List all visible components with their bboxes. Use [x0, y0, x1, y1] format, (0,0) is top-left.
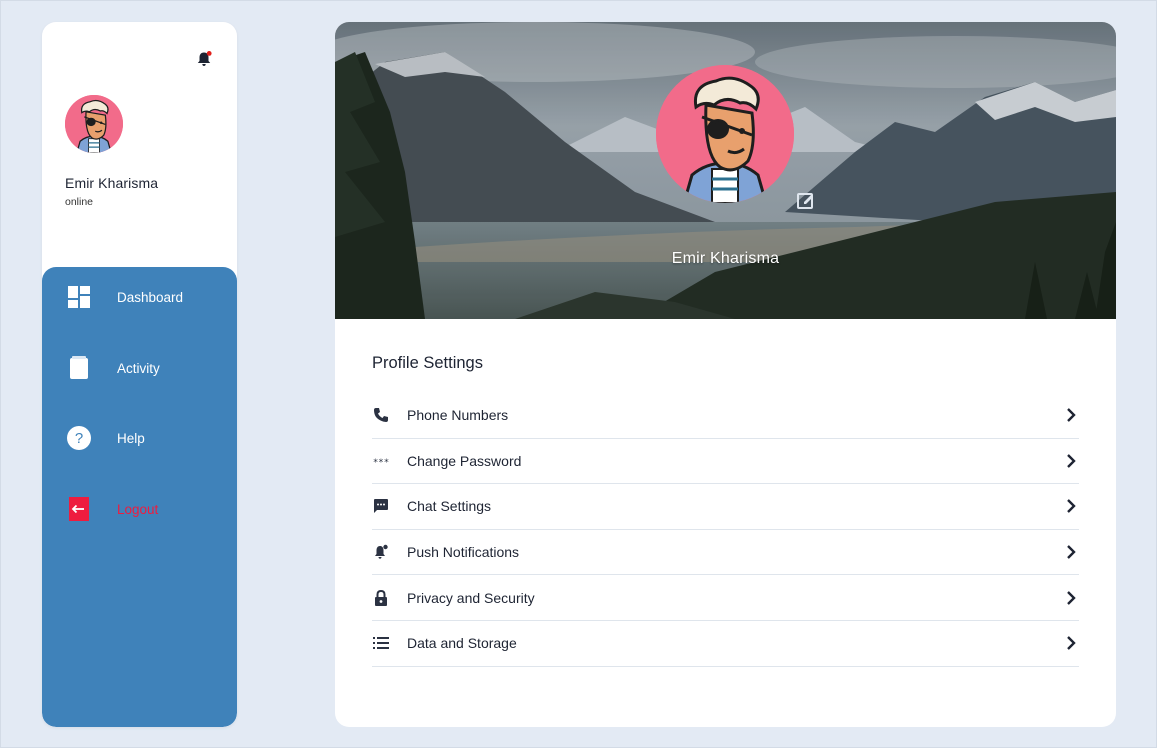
sidebar-item-dashboard[interactable]: Dashboard	[42, 277, 237, 317]
bell-icon	[197, 51, 212, 66]
password-icon: ***	[372, 452, 390, 470]
setting-push-notifications[interactable]: Push Notifications	[372, 530, 1079, 576]
profile-avatar[interactable]	[656, 65, 794, 203]
sidebar-item-logout[interactable]: Logout	[42, 489, 237, 529]
lock-icon	[372, 589, 390, 607]
avatar-illustration	[65, 95, 123, 153]
setting-label: Privacy and Security	[407, 589, 535, 606]
chevron-right-icon	[1063, 590, 1079, 606]
setting-label: Phone Numbers	[407, 407, 509, 424]
user-status: online	[65, 196, 94, 208]
edit-avatar-button[interactable]	[795, 189, 817, 211]
banner-user-name: Emir Kharisma	[671, 250, 780, 267]
edit-icon	[797, 193, 813, 209]
setting-data-and-storage[interactable]: Data and Storage	[372, 621, 1079, 667]
bell-icon	[372, 543, 390, 561]
book-icon	[67, 356, 91, 380]
svg-text:?: ?	[75, 430, 83, 447]
svg-text:***: ***	[373, 458, 389, 465]
list-icon	[372, 634, 390, 652]
setting-chat-settings[interactable]: Chat Settings	[372, 484, 1079, 530]
phone-icon	[372, 406, 390, 424]
sidebar-item-label: Dashboard	[117, 289, 184, 305]
logout-icon	[67, 497, 91, 521]
profile-banner-image: Emir Kharisma	[335, 22, 1116, 319]
sidebar-item-label: Activity	[117, 360, 160, 376]
setting-label: Chat Settings	[407, 498, 492, 515]
dashboard-icon	[67, 285, 91, 309]
setting-label: Change Password	[407, 452, 522, 469]
profile-settings-title: Profile Settings	[372, 354, 483, 372]
sidebar: Emir Kharisma online Dashboard Activity …	[42, 22, 237, 727]
chevron-right-icon	[1063, 407, 1079, 423]
sidebar-item-help[interactable]: ? Help	[42, 418, 237, 458]
sidebar-item-activity[interactable]: Activity	[42, 348, 237, 388]
chevron-right-icon	[1063, 635, 1079, 651]
notification-bell-button[interactable]	[193, 48, 215, 70]
chevron-right-icon	[1063, 544, 1079, 560]
profile-card: Emir Kharisma Profile Settings Phone Num…	[335, 22, 1116, 727]
chat-icon	[372, 497, 390, 515]
setting-label: Data and Storage	[407, 635, 517, 652]
user-name: Emir Kharisma	[65, 175, 159, 191]
chevron-right-icon	[1063, 453, 1079, 469]
chevron-right-icon	[1063, 498, 1079, 514]
setting-privacy-and-security[interactable]: Privacy and Security	[372, 575, 1079, 621]
setting-change-password[interactable]: *** Change Password	[372, 439, 1079, 485]
profile-settings-list: Phone Numbers *** Change Password Chat S…	[372, 393, 1079, 667]
avatar-illustration	[656, 65, 794, 203]
sidebar-item-label: Help	[117, 430, 145, 446]
avatar[interactable]	[65, 95, 123, 153]
setting-phone-numbers[interactable]: Phone Numbers	[372, 393, 1079, 439]
help-icon: ?	[67, 426, 91, 450]
notification-dot	[206, 51, 212, 56]
setting-label: Push Notifications	[407, 544, 520, 561]
sidebar-nav: Dashboard Activity ? Help Logout	[42, 267, 237, 727]
sidebar-item-label: Logout	[117, 501, 159, 517]
